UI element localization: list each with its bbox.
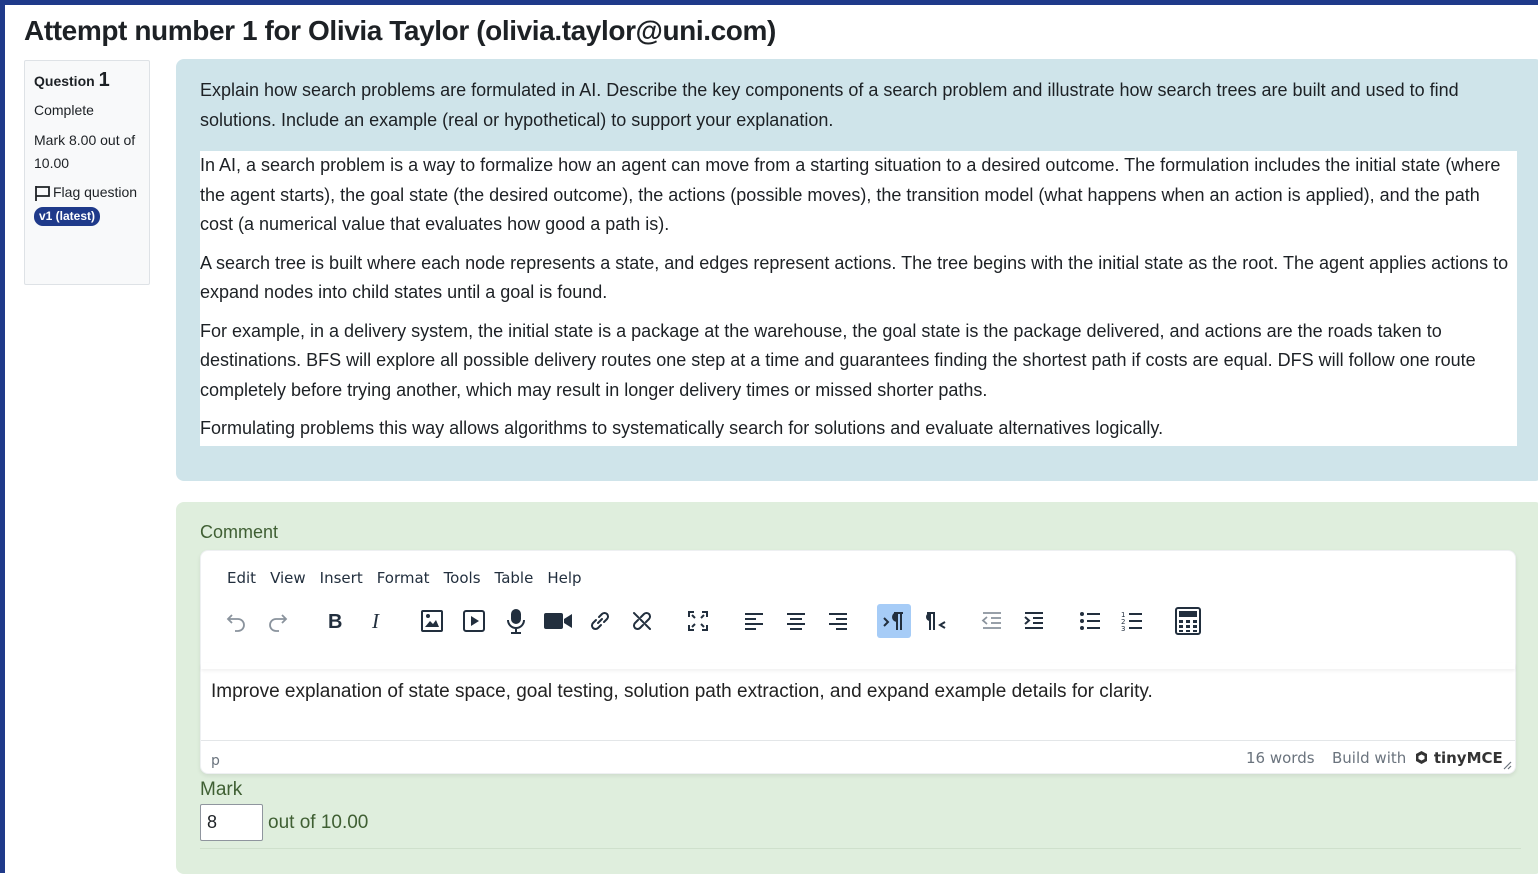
comment-editor-content[interactable]: Improve explanation of state space, goal… <box>211 681 1153 703</box>
mark-row: out of 10.00 <box>200 804 1521 841</box>
numbered-list-button[interactable]: 123 <box>1115 604 1149 638</box>
fullscreen-icon <box>688 611 708 631</box>
record-audio-button[interactable] <box>499 604 533 638</box>
question-text: Explain how search problems are formulat… <box>200 80 1459 130</box>
video-camera-icon <box>544 613 572 629</box>
unlink-icon <box>632 611 652 631</box>
resize-handle-icon[interactable] <box>1502 760 1512 770</box>
tinymce-logo-icon <box>1416 751 1428 764</box>
answer-paragraph: For example, in a delivery system, the i… <box>200 320 1476 400</box>
italic-icon: I <box>371 610 380 632</box>
page-title: Attempt number 1 for Olivia Taylor (oliv… <box>24 15 776 46</box>
editor-toolbar: B I 1 2 3 <box>201 587 1515 639</box>
flag-label: Flag question <box>53 184 138 200</box>
answer-paragraph: In AI, a search problem is a way to form… <box>200 155 1501 234</box>
answer-paragraph: A search tree is built where each node r… <box>200 252 1509 303</box>
italic-button[interactable]: I <box>359 604 393 638</box>
branding-prefix: Build with <box>1332 749 1407 767</box>
version-badge[interactable]: v1 (latest) <box>34 207 101 226</box>
question-heading: Question 1 <box>34 69 140 93</box>
redo-button[interactable] <box>261 604 295 638</box>
calculator-icon <box>1175 607 1201 635</box>
ltr-button[interactable] <box>877 604 911 638</box>
bullet-list-icon <box>1080 612 1100 630</box>
menu-help[interactable]: Help <box>541 569 587 587</box>
element-path[interactable]: p <box>211 753 220 769</box>
question-panel: Explain how search problems are formulat… <box>176 59 1538 481</box>
indent-icon <box>1024 612 1043 629</box>
undo-button[interactable] <box>219 604 253 638</box>
comment-label: Comment <box>200 522 279 542</box>
question-grade: Mark 8.00 out of 10.00 <box>34 132 136 171</box>
menu-format[interactable]: Format <box>371 569 436 587</box>
insert-media-button[interactable] <box>457 604 491 638</box>
bold-button[interactable]: B <box>317 604 351 638</box>
comment-panel: Comment Edit View Insert Format Tools Ta… <box>176 502 1538 874</box>
svg-text:B: B <box>328 611 342 632</box>
word-count[interactable]: 16 words <box>1246 749 1315 767</box>
align-center-icon <box>787 613 805 630</box>
unlink-button[interactable] <box>625 604 659 638</box>
question-info: Question 1 Complete Mark 8.00 out of 10.… <box>24 60 150 285</box>
student-answer: In AI, a search problem is a way to form… <box>200 151 1517 446</box>
mark-label: Mark <box>200 779 243 800</box>
undo-icon <box>226 614 245 632</box>
svg-text:I: I <box>371 610 380 632</box>
svg-text:3: 3 <box>1121 625 1125 632</box>
menu-insert[interactable]: Insert <box>314 569 369 587</box>
numbered-list-icon: 123 <box>1121 611 1142 632</box>
mark-input[interactable] <box>200 804 263 841</box>
menu-tools[interactable]: Tools <box>438 569 487 587</box>
align-right-button[interactable] <box>821 604 855 638</box>
flag-question-link[interactable]: Flag question <box>34 181 140 204</box>
align-right-icon <box>829 613 847 630</box>
image-icon <box>421 610 443 632</box>
align-left-button[interactable] <box>737 604 771 638</box>
menu-edit[interactable]: Edit <box>221 569 262 587</box>
fullscreen-button[interactable] <box>681 604 715 638</box>
rtl-button[interactable] <box>919 604 953 638</box>
menu-table[interactable]: Table <box>489 569 540 587</box>
insert-image-button[interactable] <box>415 604 449 638</box>
question-label: Question <box>34 73 95 89</box>
align-left-icon <box>745 613 763 630</box>
flag-icon <box>35 186 50 201</box>
calculator-button[interactable] <box>1171 604 1205 638</box>
align-center-button[interactable] <box>779 604 813 638</box>
link-icon <box>590 611 610 631</box>
redo-icon <box>269 614 288 632</box>
record-video-button[interactable] <box>541 604 575 638</box>
question-number: 1 <box>98 69 110 91</box>
question-state: Complete <box>34 102 94 118</box>
mark-max: out of 10.00 <box>268 811 369 833</box>
outdent-icon <box>981 612 1001 629</box>
answer-paragraph: Formulating problems this way allows alg… <box>200 418 1164 438</box>
microphone-icon <box>507 609 525 634</box>
bullet-list-button[interactable] <box>1073 604 1107 638</box>
media-icon <box>463 610 485 632</box>
menu-view[interactable]: View <box>264 569 312 587</box>
editor-statusbar: p 16 words Build with tinyMCE <box>201 740 1515 773</box>
outdent-button[interactable] <box>975 604 1009 638</box>
ltr-icon <box>883 612 903 630</box>
comment-editor: Edit View Insert Format Tools Table Help… <box>200 550 1516 774</box>
insert-link-button[interactable] <box>583 604 617 638</box>
tinymce-branding[interactable]: Build with tinyMCE <box>1332 749 1503 767</box>
branding-name: tinyMCE <box>1433 749 1503 767</box>
editor-menubar: Edit View Insert Format Tools Table Help <box>201 551 1515 587</box>
indent-button[interactable] <box>1017 604 1051 638</box>
rtl-icon <box>926 612 946 630</box>
bold-icon: B <box>328 611 342 632</box>
